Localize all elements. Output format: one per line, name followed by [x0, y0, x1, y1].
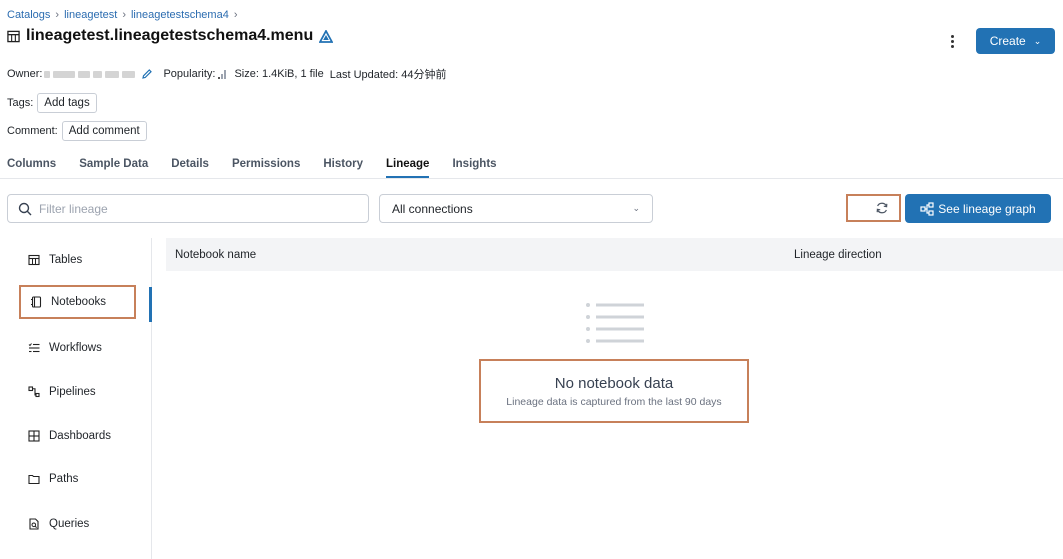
title-row: lineagetest.lineagetestschema4.menu [7, 27, 334, 45]
tab-lineage[interactable]: Lineage [385, 158, 430, 178]
breadcrumb-schema[interactable]: lineagetestschema4 [131, 9, 229, 21]
table-icon [7, 30, 20, 42]
side-item-workflows[interactable]: Workflows [19, 331, 149, 365]
tags-row: Tags: Add tags [7, 93, 97, 113]
breadcrumb-catalogs[interactable]: Catalogs [7, 9, 50, 21]
side-item-label: Notebooks [51, 296, 106, 308]
lineage-graph-icon [920, 201, 934, 216]
dashboard-icon [28, 430, 40, 442]
table-icon [28, 254, 40, 266]
filter-lineage-input[interactable] [39, 201, 339, 216]
breadcrumb-separator: › [55, 9, 60, 21]
search-icon [18, 202, 32, 215]
filter-lineage-field[interactable] [7, 194, 369, 223]
tags-label: Tags: [7, 97, 34, 109]
side-item-tables[interactable]: Tables [19, 243, 149, 277]
page-title: lineagetest.lineagetestschema4.menu [26, 27, 314, 44]
workflow-icon [28, 343, 40, 353]
tab-insights[interactable]: Insights [452, 158, 496, 178]
tab-sample-data[interactable]: Sample Data [79, 158, 148, 178]
refresh-button[interactable] [846, 194, 901, 222]
chevron-down-icon: ⌄ [1033, 35, 1042, 46]
column-header-lineage-direction[interactable]: Lineage direction [794, 249, 882, 261]
comment-label: Comment: [7, 125, 58, 137]
column-header-notebook-name[interactable]: Notebook name [175, 249, 256, 261]
see-lineage-graph-label: See lineage graph [938, 201, 1036, 216]
side-item-dashboards[interactable]: Dashboards [19, 419, 149, 453]
side-item-label: Pipelines [49, 386, 96, 398]
side-item-paths[interactable]: Paths [19, 462, 149, 496]
tab-permissions[interactable]: Permissions [232, 158, 300, 178]
more-options-icon[interactable] [944, 32, 960, 50]
delta-icon [319, 29, 334, 43]
empty-state-subtitle: Lineage data is captured from the last 9… [506, 395, 722, 408]
size-info: Size: 1.4KiB, 1 file [234, 68, 324, 80]
add-tags-button[interactable]: Add tags [37, 93, 97, 113]
query-icon [29, 518, 39, 530]
empty-state: No notebook data Lineage data is capture… [479, 359, 749, 423]
side-item-label: Queries [49, 518, 90, 530]
breadcrumb-separator: › [233, 9, 238, 21]
owner-label: Owner: [7, 68, 43, 80]
active-nav-indicator [149, 287, 152, 322]
tab-divider [0, 178, 1063, 179]
tab-columns[interactable]: Columns [7, 158, 56, 178]
add-comment-button[interactable]: Add comment [61, 121, 147, 141]
tab-bar: Columns Sample Data Details Permissions … [7, 158, 497, 178]
lineage-table-header: Notebook name Lineage direction [166, 238, 1063, 271]
tab-history[interactable]: History [323, 158, 363, 178]
create-button-label: Create [989, 34, 1026, 48]
folder-icon [28, 474, 40, 485]
side-item-label: Paths [49, 473, 79, 485]
tab-details[interactable]: Details [171, 158, 209, 178]
refresh-icon [876, 202, 888, 214]
last-updated: Last Updated: 44分钟前 [329, 69, 447, 81]
empty-list-icon [586, 303, 644, 343]
create-button[interactable]: Create ⌄ [976, 28, 1055, 54]
owner-value-redacted [44, 70, 136, 78]
breadcrumb: Catalogs › lineagetest › lineagetestsche… [7, 9, 238, 21]
pipeline-icon [28, 386, 40, 398]
side-item-notebooks[interactable]: Notebooks [19, 285, 136, 319]
see-lineage-graph-button[interactable]: See lineage graph [905, 194, 1051, 223]
side-item-label: Tables [49, 254, 83, 266]
connections-select[interactable]: All connections ⌄ [379, 194, 653, 223]
lineage-side-nav: Tables Notebooks Workflows Pipelines Das… [0, 238, 152, 559]
side-item-queries[interactable]: Queries [19, 507, 149, 541]
side-item-label: Workflows [49, 342, 102, 354]
side-item-label: Dashboards [49, 430, 112, 442]
chevron-down-icon: ⌄ [632, 203, 640, 213]
empty-state-title: No notebook data [554, 374, 674, 392]
comment-row: Comment: Add comment [7, 121, 147, 141]
breadcrumb-separator: › [122, 9, 126, 21]
notebook-icon [31, 296, 42, 308]
popularity-bars-icon [218, 69, 227, 79]
metadata-row: Owner: Popularity: Size: 1.4KiB, 1 file … [7, 66, 447, 82]
connections-select-value: All connections [392, 201, 473, 216]
breadcrumb-catalog[interactable]: lineagetest [64, 9, 117, 21]
edit-owner-icon[interactable] [141, 68, 153, 80]
popularity-label: Popularity: [163, 68, 216, 80]
side-item-pipelines[interactable]: Pipelines [19, 375, 149, 409]
